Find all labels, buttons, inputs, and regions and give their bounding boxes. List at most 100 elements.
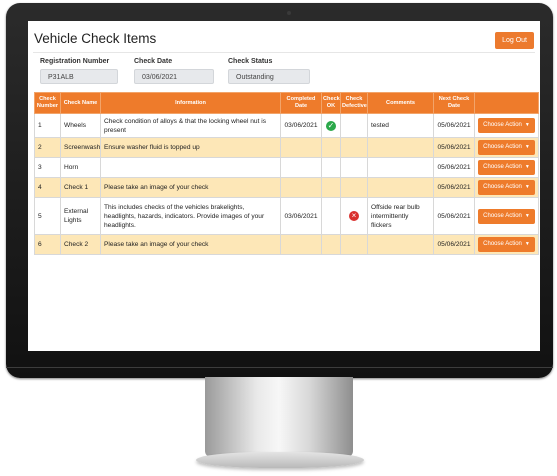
choose-action-button[interactable]: Choose Action ▼: [478, 160, 535, 175]
next-check-date-cell: 05/06/2021: [433, 197, 475, 235]
check-status-input[interactable]: Outstanding: [228, 69, 310, 84]
choose-action-button[interactable]: Choose Action ▼: [478, 118, 535, 133]
next-check-date-cell: 05/06/2021: [433, 177, 475, 198]
check-status-label: Check Status: [228, 58, 273, 65]
action-cell: Choose Action ▼: [474, 234, 539, 255]
caret-down-icon: ▼: [524, 184, 530, 190]
check-number-cell: 4: [34, 177, 61, 198]
title-divider: [33, 52, 535, 53]
information-cell: This includes checks of the vehicles bra…: [100, 197, 281, 235]
monitor-chin: [6, 367, 553, 368]
check-name-cell: Check 2: [60, 234, 101, 255]
check-ok-cell: [321, 157, 341, 178]
choose-action-label: Choose Action: [483, 122, 522, 128]
information-cell: Ensure washer fluid is topped up: [100, 137, 281, 158]
check-ok-cell: ✓: [321, 113, 341, 138]
completed-date-cell: [280, 157, 322, 178]
action-cell: Choose Action ▼: [474, 157, 539, 178]
check-items-table: Check Number Check Name Information Comp…: [34, 92, 539, 255]
check-name-cell: Screenwash: [60, 137, 101, 158]
check-defective-cell: [340, 113, 368, 138]
check-ok-cell: [321, 197, 341, 235]
choose-action-label: Choose Action: [483, 212, 522, 219]
check-number-cell: 5: [34, 197, 61, 235]
action-cell: Choose Action ▼: [474, 137, 539, 158]
choose-action-button[interactable]: Choose Action ▼: [478, 208, 535, 224]
check-number-cell: 6: [34, 234, 61, 255]
header-check-defective: Check Defective: [340, 92, 368, 114]
comments-cell: tested: [367, 113, 434, 138]
header-check-number: Check Number: [34, 92, 61, 114]
check-name-cell: External Lights: [60, 197, 101, 235]
check-defective-cell: [340, 137, 368, 158]
check-number-cell: 1: [34, 113, 61, 138]
next-check-date-cell: 05/06/2021: [433, 137, 475, 158]
information-cell: Check condition of alloys & that the loc…: [100, 113, 281, 138]
table-row: 3 Horn 05/06/2021 Choose Action ▼: [34, 157, 539, 178]
check-status-field: Check Status Outstanding: [228, 58, 310, 84]
registration-input[interactable]: P31ALB: [40, 69, 118, 84]
header-check-ok: Check OK: [321, 92, 341, 114]
caret-down-icon: ▼: [524, 241, 530, 247]
action-cell: Choose Action ▼: [474, 177, 539, 198]
table-row: 1 Wheels Check condition of alloys & tha…: [34, 113, 539, 138]
check-defective-cell: [340, 157, 368, 178]
check-ok-cell: [321, 234, 341, 255]
caret-down-icon: ▼: [524, 212, 530, 219]
completed-date-cell: 03/06/2021: [280, 197, 322, 235]
information-cell: [100, 157, 281, 178]
monitor-base: [196, 452, 364, 468]
logout-button[interactable]: Log Out: [495, 32, 534, 49]
choose-action-label: Choose Action: [483, 164, 522, 170]
completed-date-cell: [280, 234, 322, 255]
check-icon: ✓: [326, 120, 336, 131]
table-header-row: Check Number Check Name Information Comp…: [34, 92, 539, 114]
check-defective-cell: [340, 234, 368, 255]
header-actions: [474, 92, 539, 114]
choose-action-label: Choose Action: [483, 241, 522, 247]
webcam-dot: [287, 11, 291, 15]
header-comments: Comments: [367, 92, 434, 114]
table-row: 5 External Lights This includes checks o…: [34, 197, 539, 235]
header-information: Information: [100, 92, 281, 114]
choose-action-button[interactable]: Choose Action ▼: [478, 237, 535, 252]
check-ok-cell: [321, 177, 341, 198]
cross-icon: ×: [349, 211, 359, 221]
check-name-cell: Horn: [60, 157, 101, 178]
check-date-field: Check Date 03/06/2021: [134, 58, 214, 84]
comments-cell: [367, 157, 434, 178]
action-cell: Choose Action ▼: [474, 113, 539, 138]
next-check-date-cell: 05/06/2021: [433, 157, 475, 178]
caret-down-icon: ▼: [524, 144, 530, 150]
information-cell: Please take an image of your check: [100, 234, 281, 255]
information-cell: Please take an image of your check: [100, 177, 281, 198]
check-name-cell: Wheels: [60, 113, 101, 138]
comments-cell: Offside rear bulb intermittently flicker…: [367, 197, 434, 235]
completed-date-cell: 03/06/2021: [280, 113, 322, 138]
choose-action-label: Choose Action: [483, 184, 522, 190]
header-next-check-date: Next Check Date: [433, 92, 475, 114]
next-check-date-cell: 05/06/2021: [433, 234, 475, 255]
check-date-label: Check Date: [134, 58, 173, 65]
table-row: 4 Check 1 Please take an image of your c…: [34, 177, 539, 198]
comments-cell: [367, 177, 434, 198]
choose-action-button[interactable]: Choose Action ▼: [478, 180, 535, 195]
registration-field: Registration Number P31ALB: [40, 58, 118, 84]
caret-down-icon: ▼: [524, 122, 530, 128]
table-row: 6 Check 2 Please take an image of your c…: [34, 234, 539, 255]
page-title: Vehicle Check Items: [34, 31, 157, 46]
comments-cell: [367, 137, 434, 158]
next-check-date-cell: 05/06/2021: [433, 113, 475, 138]
choose-action-label: Choose Action: [483, 144, 522, 150]
registration-label: Registration Number: [40, 58, 110, 65]
check-defective-cell: [340, 177, 368, 198]
choose-action-button[interactable]: Choose Action ▼: [478, 140, 535, 155]
table-row: 2 Screenwash Ensure washer fluid is topp…: [34, 137, 539, 158]
monitor-frame: Vehicle Check Items Log Out Registration…: [6, 3, 553, 378]
check-defective-cell: ×: [340, 197, 368, 235]
check-date-input[interactable]: 03/06/2021: [134, 69, 214, 84]
check-number-cell: 2: [34, 137, 61, 158]
check-name-cell: Check 1: [60, 177, 101, 198]
check-number-cell: 3: [34, 157, 61, 178]
header-completed-date: Completed Date: [280, 92, 322, 114]
